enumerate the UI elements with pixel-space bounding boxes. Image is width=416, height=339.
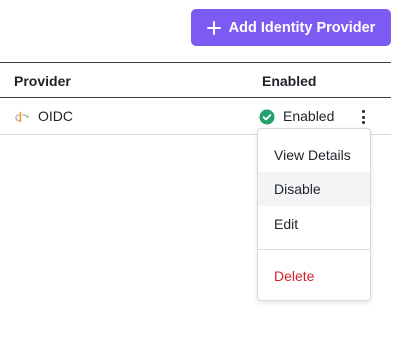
row-actions-kebab-icon[interactable] [354, 106, 372, 128]
menu-item-disable[interactable]: Disable [258, 172, 370, 206]
oidc-logo-icon [14, 109, 30, 125]
add-identity-provider-label: Add Identity Provider [228, 19, 376, 36]
row-actions-menu: View Details Disable Edit Delete [257, 128, 371, 301]
table-header: Provider Enabled [0, 62, 391, 98]
add-identity-provider-button[interactable]: Add Identity Provider [191, 9, 391, 46]
provider-name: OIDC [38, 108, 73, 124]
menu-divider [258, 249, 370, 250]
identity-providers-table: Provider Enabled OIDC Enabled [0, 62, 391, 135]
plus-icon [206, 20, 221, 35]
identity-providers-panel: Add Identity Provider Provider Enabled O… [0, 0, 416, 339]
menu-item-delete[interactable]: Delete [258, 259, 370, 293]
column-header-enabled: Enabled [262, 73, 317, 89]
menu-item-view-details[interactable]: View Details [258, 138, 370, 172]
column-header-provider: Provider [14, 73, 71, 89]
menu-item-edit[interactable]: Edit [258, 207, 370, 241]
check-circle-icon [259, 109, 275, 125]
status-text: Enabled [283, 108, 335, 124]
